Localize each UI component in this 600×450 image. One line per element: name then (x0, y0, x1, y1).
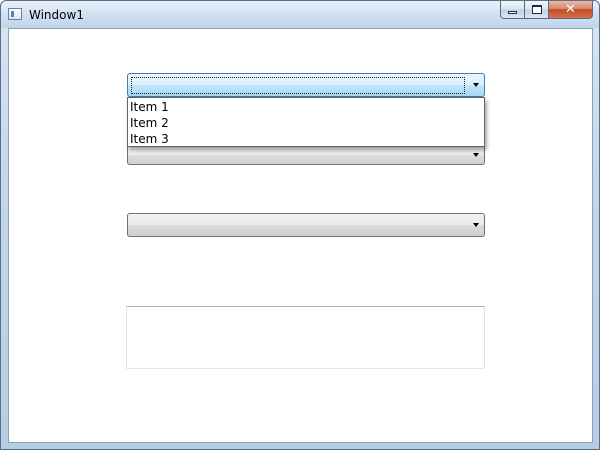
focus-rectangle (131, 77, 465, 94)
minimize-button[interactable] (500, 1, 525, 19)
combo-box-3[interactable] (127, 213, 485, 237)
text-box[interactable] (126, 306, 485, 369)
window-icon[interactable] (8, 8, 22, 20)
dropdown-option-item-3[interactable]: Item 3 (128, 131, 484, 147)
client-area: Item 1 Item 2 Item 3 (8, 28, 593, 443)
dropdown-arrow-icon[interactable] (473, 83, 479, 87)
caption-buttons: ✕ (500, 1, 593, 20)
combo-box-2[interactable] (127, 145, 485, 165)
app-window: Window1 ✕ Item 1 Item 2 Item 3 (0, 0, 600, 450)
dropdown-option-item-1[interactable]: Item 1 (128, 99, 484, 115)
combo-box-1[interactable] (127, 73, 485, 97)
window-title: Window1 (29, 8, 84, 22)
maximize-icon (531, 5, 542, 14)
dropdown-option-item-2[interactable]: Item 2 (128, 115, 484, 131)
minimize-icon (508, 10, 517, 14)
maximize-button[interactable] (525, 1, 549, 19)
close-button[interactable]: ✕ (549, 1, 593, 19)
dropdown-arrow-icon[interactable] (473, 153, 479, 157)
dropdown-arrow-icon[interactable] (473, 223, 479, 227)
title-bar[interactable]: Window1 ✕ (1, 1, 599, 28)
combo-box-1-dropdown: Item 1 Item 2 Item 3 (127, 97, 485, 147)
close-icon: ✕ (565, 2, 576, 17)
